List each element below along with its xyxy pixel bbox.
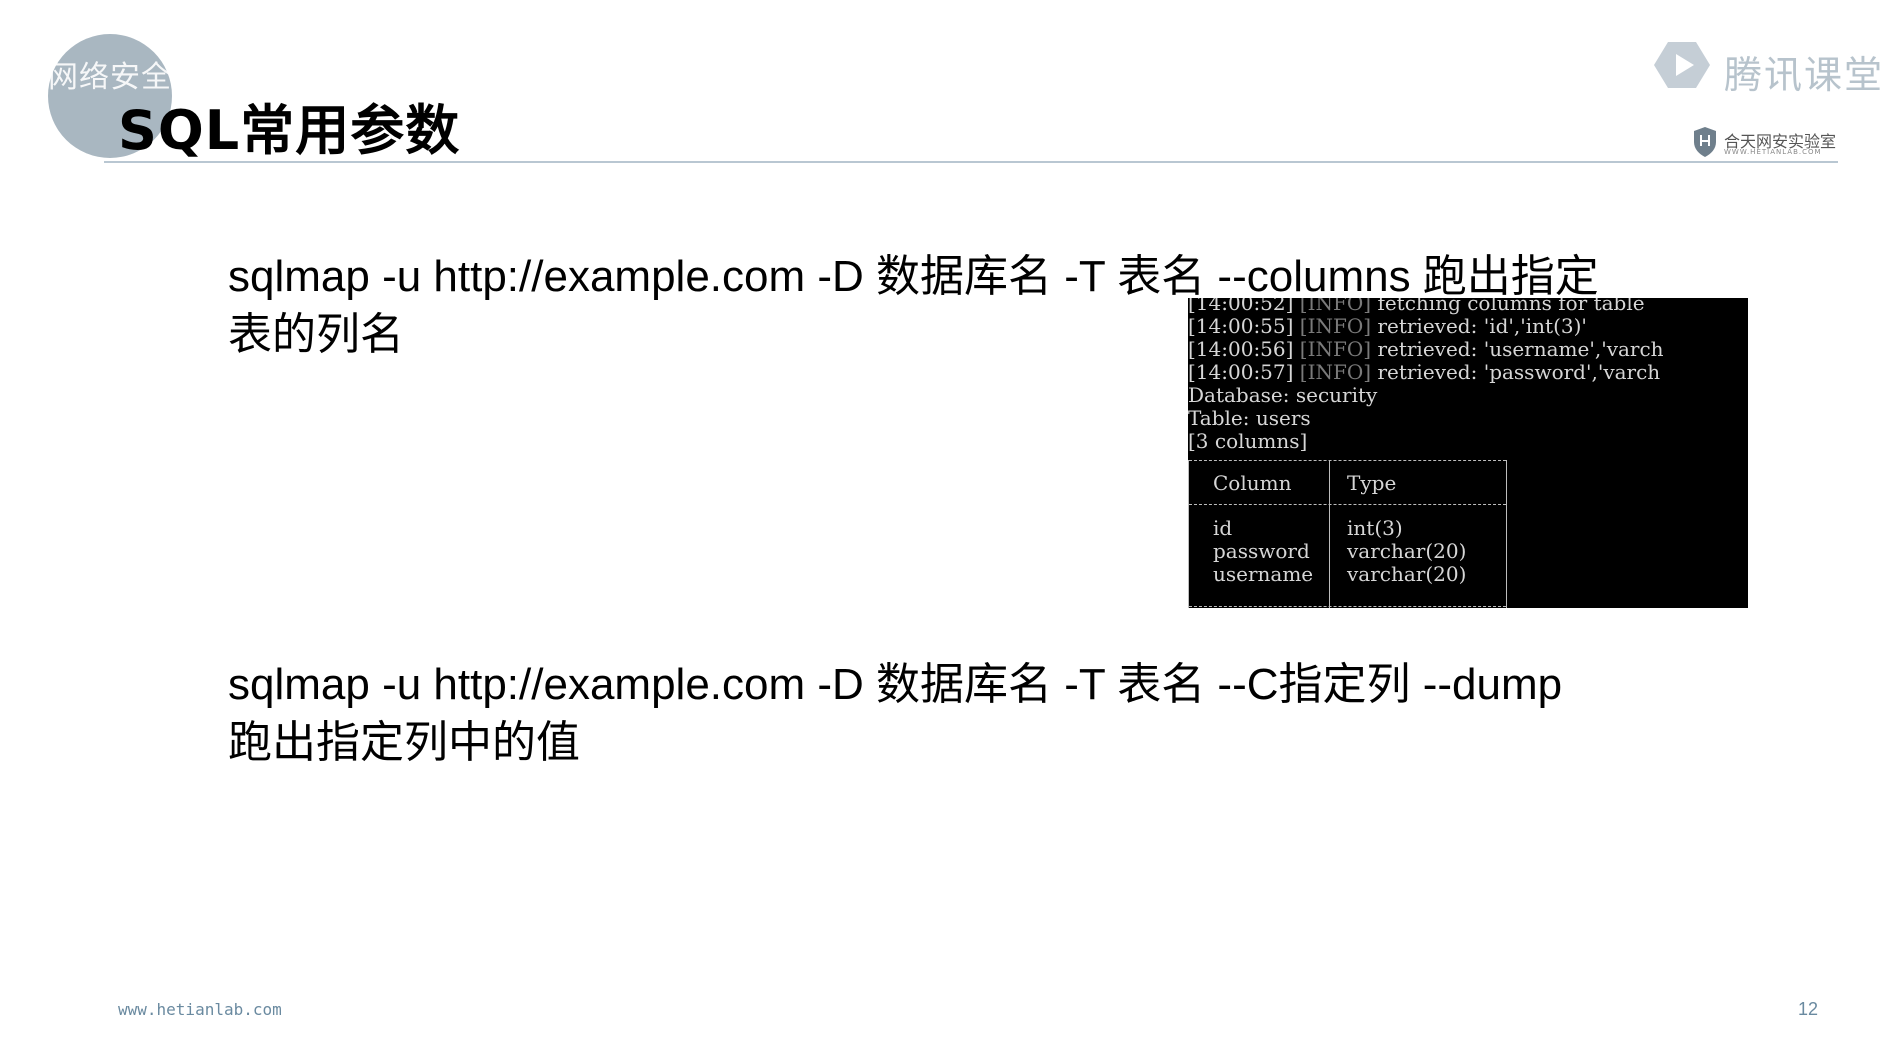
footer-url: www.hetianlab.com — [118, 1000, 282, 1019]
log-level: [INFO] — [1299, 337, 1372, 361]
command-dump: sqlmap -u http://example.com -D 数据库名 -T … — [228, 660, 1563, 767]
page-number: 12 — [1798, 999, 1819, 1019]
page-title: SQL常用参数 — [118, 99, 461, 162]
log-message: retrieved: 'id','int(3)' — [1377, 314, 1587, 338]
log-time: [14:00:56] — [1188, 337, 1294, 361]
table-cell-type: varchar(20) — [1347, 539, 1467, 563]
log-message: retrieved: 'username','varch — [1377, 337, 1664, 361]
terminal-log-line: [14:00:55] [INFO] retrieved: 'id','int(3… — [1188, 315, 1587, 338]
log-time: [14:00:55] — [1188, 314, 1294, 338]
table-column-separator — [1329, 460, 1330, 608]
log-time: [14:00:52] — [1188, 298, 1294, 315]
terminal-log-line: [14:00:57] [INFO] retrieved: 'password',… — [1188, 361, 1660, 384]
terminal-columns-table: Column Type id int(3) password varchar(2… — [1188, 460, 1507, 608]
shield-icon — [1694, 127, 1716, 157]
terminal-database-line: Database: security — [1188, 383, 1378, 407]
table-cell-column: username — [1213, 562, 1314, 586]
table-cell-type: int(3) — [1347, 516, 1403, 540]
table-rule — [1189, 460, 1506, 461]
log-level: [INFO] — [1299, 314, 1372, 338]
terminal-table-line: Table: users — [1188, 406, 1311, 430]
terminal-log-line: [14:00:56] [INFO] retrieved: 'username',… — [1188, 338, 1664, 361]
hetian-logo-url: WWW.HETIANLAB.COM — [1724, 148, 1822, 156]
log-message: retrieved: 'password','varch — [1377, 360, 1661, 384]
log-message: fetching columns for table — [1377, 298, 1645, 315]
table-cell-column: password — [1213, 539, 1310, 563]
table-rule — [1189, 606, 1506, 607]
terminal-log-line: [14:00:52] [INFO] fetching columns for t… — [1188, 298, 1645, 315]
slide: 网络安全 SQL常用参数 腾讯课堂 合天网安实验室 WWW.HETIANLAB.… — [0, 0, 1904, 1038]
tencent-logo-text: 腾讯课堂 — [1724, 53, 1885, 97]
table-rule — [1189, 504, 1506, 505]
table-cell-type: varchar(20) — [1347, 562, 1467, 586]
column-header: Column — [1213, 471, 1292, 495]
terminal-screenshot: [14:00:52] [INFO] fetching columns for t… — [1188, 298, 1748, 608]
type-header: Type — [1347, 471, 1397, 495]
table-cell-column: id — [1213, 516, 1233, 540]
log-level: [INFO] — [1299, 298, 1372, 315]
play-icon — [1654, 42, 1710, 88]
log-level: [INFO] — [1299, 360, 1372, 384]
log-time: [14:00:57] — [1188, 360, 1294, 384]
terminal-count-line: [3 columns] — [1188, 429, 1308, 453]
title-divider — [104, 161, 1838, 163]
